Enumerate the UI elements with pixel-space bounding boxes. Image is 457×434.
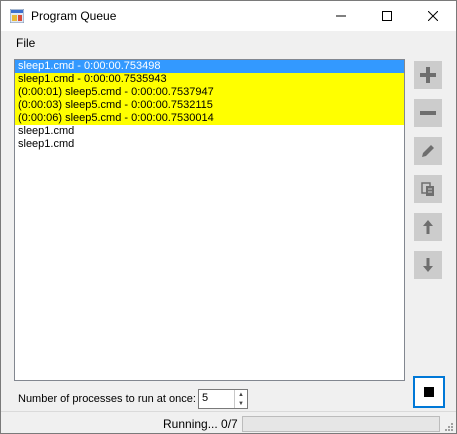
maximize-button[interactable] xyxy=(364,1,410,31)
minimize-icon xyxy=(336,15,346,17)
processes-spinner[interactable]: 5 ▲ ▼ xyxy=(198,389,248,409)
window-title: Program Queue xyxy=(31,9,117,23)
processes-label: Number of processes to run at once: xyxy=(18,393,196,405)
minus-icon xyxy=(420,111,436,115)
stop-button[interactable] xyxy=(413,376,445,408)
queue-item[interactable]: sleep1.cmd - 0:00:00.753498 xyxy=(15,60,404,73)
status-bar: Running... 0/7 xyxy=(1,411,456,433)
queue-item[interactable]: sleep1.cmd xyxy=(15,125,404,138)
menu-bar: File xyxy=(1,33,456,53)
edit-button[interactable] xyxy=(414,137,442,165)
spin-up-button[interactable]: ▲ xyxy=(235,390,247,399)
queue-item[interactable]: sleep1.cmd xyxy=(15,138,404,151)
spin-down-button[interactable]: ▼ xyxy=(235,399,247,408)
queue-item[interactable]: (0:00:03) sleep5.cmd - 0:00:00.7532115 xyxy=(15,99,404,112)
copy-button[interactable] xyxy=(414,175,442,203)
queue-item[interactable]: (0:00:06) sleep5.cmd - 0:00:00.7530014 xyxy=(15,112,404,125)
move-down-button[interactable] xyxy=(414,251,442,279)
arrow-down-icon xyxy=(423,258,433,272)
remove-button[interactable] xyxy=(414,99,442,127)
queue-list[interactable]: sleep1.cmd - 0:00:00.753498 sleep1.cmd -… xyxy=(14,59,405,381)
progress-bar xyxy=(242,416,440,432)
app-icon xyxy=(10,9,24,23)
maximize-icon xyxy=(382,11,392,21)
copy-icon xyxy=(421,182,434,196)
stop-icon xyxy=(424,387,434,397)
move-up-button[interactable] xyxy=(414,213,442,241)
arrow-up-icon xyxy=(423,220,433,234)
close-button[interactable] xyxy=(410,1,456,31)
plus-icon xyxy=(420,67,436,83)
status-text: Running... 0/7 xyxy=(163,417,238,431)
menu-file[interactable]: File xyxy=(9,36,42,50)
processes-value[interactable]: 5 xyxy=(202,392,208,404)
spinner-arrows: ▲ ▼ xyxy=(234,390,247,408)
program-queue-window: Program Queue File sleep1.cmd - 0:00:00.… xyxy=(0,0,457,434)
minimize-button[interactable] xyxy=(318,1,364,31)
title-bar[interactable]: Program Queue xyxy=(1,1,456,31)
pencil-icon xyxy=(422,145,434,157)
close-icon xyxy=(428,11,438,21)
queue-item[interactable]: sleep1.cmd - 0:00:00.7535943 xyxy=(15,73,404,86)
queue-item[interactable]: (0:00:01) sleep5.cmd - 0:00:00.7537947 xyxy=(15,86,404,99)
resize-grip-icon[interactable] xyxy=(443,421,453,431)
add-button[interactable] xyxy=(414,61,442,89)
